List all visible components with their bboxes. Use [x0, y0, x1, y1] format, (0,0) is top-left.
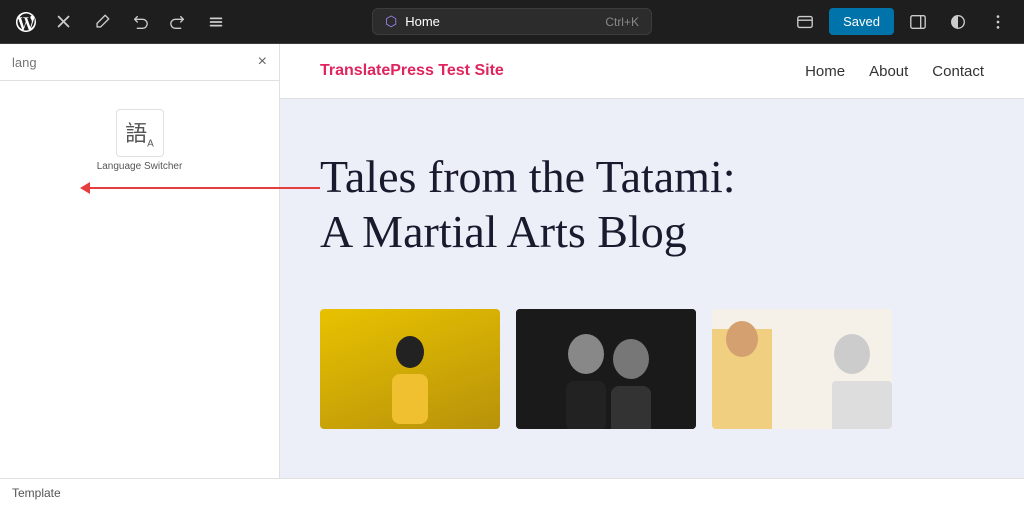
page-icon: ⬡ [385, 13, 397, 30]
sidebar: × 語A Language Switcher [0, 44, 280, 478]
main-layout: × 語A Language Switcher TranslatePress Te… [0, 44, 1024, 478]
hero-title: Tales from the Tatami: A Martial Arts Bl… [320, 149, 920, 259]
nav-home[interactable]: Home [805, 63, 845, 80]
language-icon: 語A [125, 116, 154, 149]
style-icon[interactable] [942, 6, 974, 38]
language-switcher-block[interactable]: 語A Language Switcher [85, 101, 195, 180]
list-view-button[interactable] [200, 6, 232, 38]
more-options-icon[interactable] [982, 6, 1014, 38]
wordpress-logo[interactable] [10, 6, 42, 38]
hero-section: Tales from the Tatami: A Martial Arts Bl… [280, 99, 1024, 289]
block-label: Language Switcher [97, 161, 183, 172]
preview-inner: TranslatePress Test Site Home About Cont… [280, 44, 1024, 478]
person-image-1 [320, 309, 500, 429]
saved-button[interactable]: Saved [829, 8, 894, 35]
sidebar-content: 語A Language Switcher [0, 81, 279, 478]
image-placeholder-1 [320, 309, 500, 429]
pen-tool-button[interactable] [86, 6, 118, 38]
hero-title-line1: Tales from the Tatami: [320, 151, 736, 202]
url-bar[interactable]: ⬡ Home Ctrl+K [372, 8, 652, 35]
image-placeholder-2 [516, 309, 696, 429]
status-label: Template [12, 486, 61, 500]
site-logo: TranslatePress Test Site [320, 62, 504, 80]
arrow-line [90, 187, 320, 189]
arrow-head [80, 182, 90, 194]
sidebar-toggle-icon[interactable] [902, 6, 934, 38]
undo-button[interactable] [124, 6, 156, 38]
sidebar-search-bar: × [0, 44, 279, 81]
site-header: TranslatePress Test Site Home About Cont… [280, 44, 1024, 99]
sidebar-search-input[interactable] [12, 55, 258, 70]
annotation-arrow [80, 182, 320, 194]
toolbar-right: Saved [683, 6, 1014, 38]
sidebar-search-close-icon[interactable]: × [258, 54, 267, 70]
close-button[interactable] [48, 6, 80, 38]
url-bar-shortcut: Ctrl+K [605, 15, 639, 29]
url-bar-page-name: Home [405, 14, 440, 29]
nav-about[interactable]: About [869, 63, 908, 80]
image-placeholder-3 [712, 309, 892, 429]
language-switcher-icon-box: 語A [116, 109, 164, 157]
toolbar-center: ⬡ Home Ctrl+K [347, 8, 678, 35]
image-row [280, 309, 1024, 429]
toolbar-left [10, 6, 341, 38]
preview-area: TranslatePress Test Site Home About Cont… [280, 44, 1024, 478]
nav-contact[interactable]: Contact [932, 63, 984, 80]
hero-title-line2: A Martial Arts Blog [320, 206, 687, 257]
site-nav: Home About Contact [805, 63, 984, 80]
view-icon[interactable] [789, 6, 821, 38]
toolbar: ⬡ Home Ctrl+K Saved [0, 0, 1024, 44]
redo-button[interactable] [162, 6, 194, 38]
status-bar: Template [0, 478, 1024, 506]
